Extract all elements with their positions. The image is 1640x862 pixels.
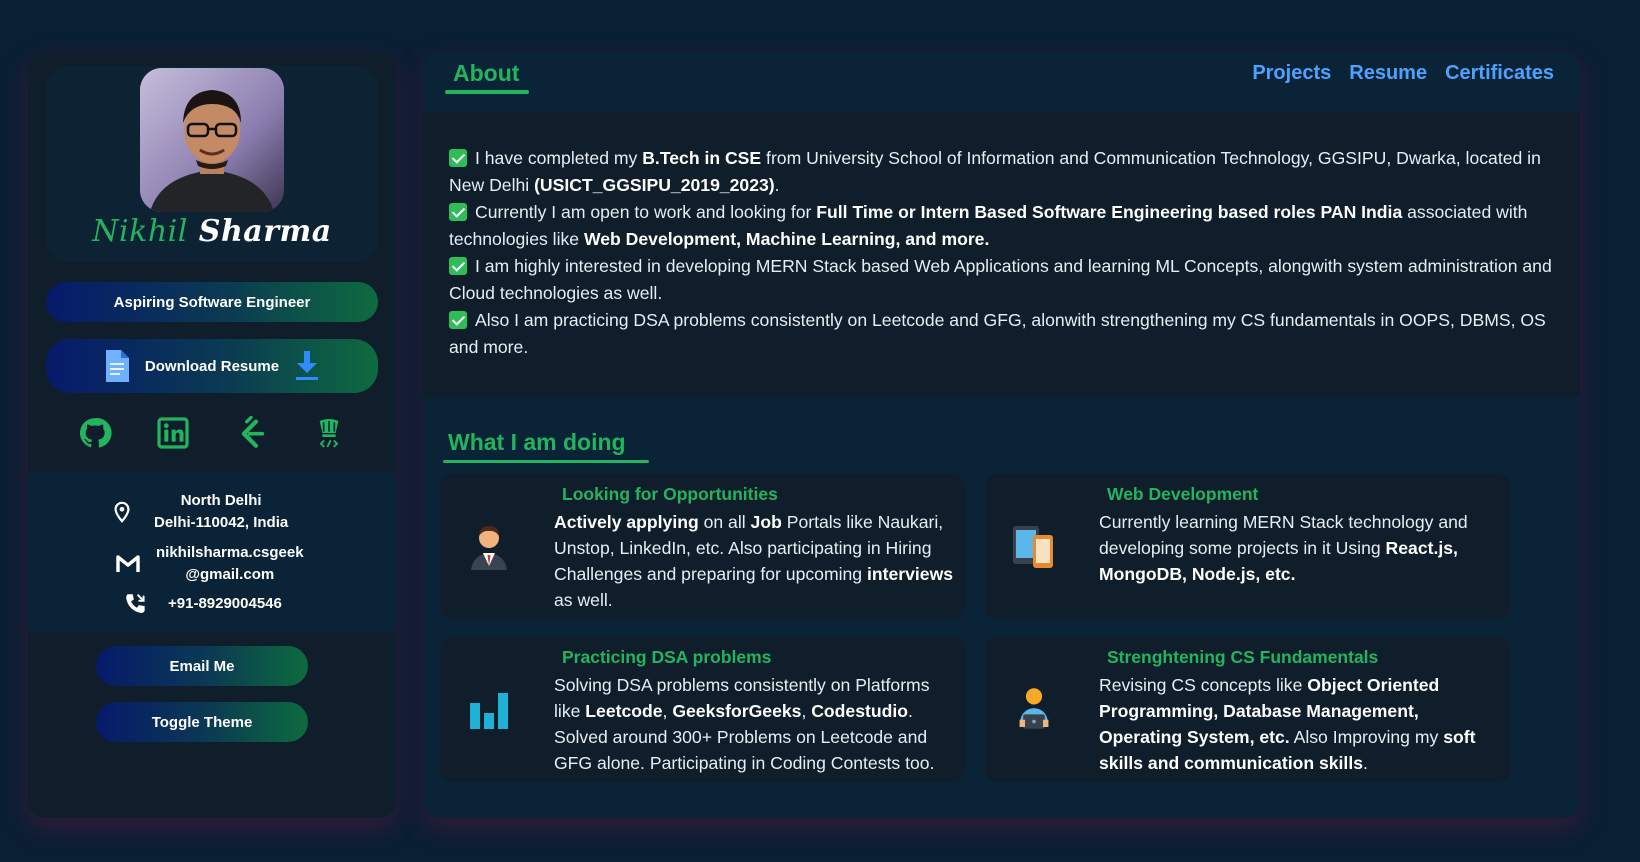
service-card-cs-fundamentals: Strenghtening CS Fundamentals Revising C…: [985, 637, 1510, 782]
codestudio-icon[interactable]: [311, 415, 347, 451]
card-body: Currently learning MERN Stack technology…: [1099, 509, 1499, 587]
sidebar: Nikhil Sharma Aspiring Software Engineer…: [28, 52, 396, 818]
text: Also I am practicing DSA problems consis…: [449, 310, 1546, 357]
bold-text: Web Development, Machine Learning, and m…: [583, 229, 990, 249]
document-icon: [103, 349, 131, 383]
email-line2: @gmail.com: [185, 566, 275, 583]
card-title: Looking for Opportunities: [562, 484, 778, 504]
download-resume-label: Download Resume: [144, 357, 280, 375]
nav-link-resume[interactable]: Resume: [1349, 62, 1427, 85]
first-name: Nikhil: [92, 214, 188, 249]
about-section: I have completed my B.Tech in CSE from U…: [449, 145, 1554, 361]
card-title: Web Development: [1107, 484, 1259, 504]
about-paragraph: I have completed my B.Tech in CSE from U…: [449, 145, 1554, 199]
bold-text: Actively applying: [554, 512, 699, 532]
gmail-icon: [114, 550, 142, 578]
nav-link-certificates[interactable]: Certificates: [1445, 62, 1554, 85]
tab-about[interactable]: About: [453, 60, 519, 87]
email-text[interactable]: nikhilsharma.csgeek @gmail.com: [156, 542, 304, 586]
leetcode-icon[interactable]: [233, 415, 269, 451]
contact-info: North Delhi Delhi-110042, India nikhilsh…: [28, 472, 396, 632]
text: .: [1363, 753, 1368, 773]
main-content: About Projects Resume Certificates I hav…: [423, 52, 1580, 818]
person-laptop-icon: [1009, 681, 1059, 737]
email-row: nikhilsharma.csgeek @gmail.com: [114, 542, 304, 586]
bar-chart-icon: [464, 681, 514, 737]
checkmark-icon: [449, 203, 467, 221]
text: .: [774, 175, 780, 195]
social-links: [46, 408, 378, 458]
service-card-dsa: Practicing DSA problems Solving DSA prob…: [440, 637, 965, 782]
location-line1: North Delhi: [180, 492, 262, 509]
toggle-theme-button[interactable]: Toggle Theme: [96, 702, 308, 742]
github-icon[interactable]: [77, 415, 113, 451]
bold-text: Leetcode: [585, 701, 663, 721]
top-navbar: About Projects Resume Certificates: [423, 52, 1580, 112]
bold-text: GeeksforGeeks: [672, 701, 802, 721]
card-body: Actively applying on all Job Portals lik…: [554, 509, 954, 613]
linkedin-icon[interactable]: [155, 415, 191, 451]
about-paragraph: Currently I am open to work and looking …: [449, 199, 1554, 253]
last-name: Sharma: [198, 214, 332, 249]
card-body: Revising CS concepts like Object Oriente…: [1099, 672, 1499, 776]
email-line1: nikhilsharma.csgeek: [156, 544, 304, 561]
what-i-am-doing-section: What I am doing Looking for Opportunitie…: [423, 397, 1580, 818]
avatar: [140, 68, 284, 212]
card-title: Strenghtening CS Fundamentals: [1107, 647, 1379, 667]
section-title-underline: [443, 460, 649, 463]
text: Revising CS concepts like: [1099, 675, 1308, 695]
nav-links: Projects Resume Certificates: [1252, 62, 1554, 85]
text: ,: [801, 701, 812, 721]
phone-row: +91-8929004546: [122, 590, 282, 618]
bold-text: B.Tech in CSE: [642, 148, 762, 168]
checkmark-icon: [449, 257, 467, 275]
about-paragraph: I am highly interested in developing MER…: [449, 253, 1554, 307]
text: I am highly interested in developing MER…: [449, 256, 1552, 303]
nav-link-projects[interactable]: Projects: [1252, 62, 1331, 85]
phone-icon: [122, 590, 150, 618]
about-paragraph: Also I am practicing DSA problems consis…: [449, 307, 1554, 361]
text: I have completed my: [475, 148, 643, 168]
service-card-opportunities: Looking for Opportunities Actively apply…: [440, 474, 965, 619]
profile-name: Nikhil Sharma: [46, 214, 378, 249]
bold-text: Codestudio: [811, 701, 908, 721]
text: as well.: [554, 590, 613, 610]
location-pin-icon: [108, 498, 136, 526]
email-me-button[interactable]: Email Me: [96, 646, 308, 686]
text: ,: [662, 701, 673, 721]
tagline-badge: Aspiring Software Engineer: [46, 282, 378, 322]
active-tab-underline: [445, 90, 529, 94]
location-row: North Delhi Delhi-110042, India: [108, 490, 288, 534]
bold-text: Job: [750, 512, 782, 532]
location-text: North Delhi Delhi-110042, India: [154, 490, 288, 534]
text: Currently I am open to work and looking …: [475, 202, 817, 222]
service-card-web-development: Web Development Currently learning MERN …: [985, 474, 1510, 619]
bold-text: Full Time or Intern Based Software Engin…: [816, 202, 1403, 222]
text: Also Improving my: [1289, 727, 1444, 747]
phone-text[interactable]: +91-8929004546: [168, 593, 282, 615]
section-title: What I am doing: [448, 429, 626, 455]
card-title: Practicing DSA problems: [562, 647, 772, 667]
card-body: Solving DSA problems consistently on Pla…: [554, 672, 954, 776]
businessman-icon: [464, 518, 514, 574]
location-line2: Delhi-110042, India: [154, 514, 289, 531]
text: on all: [698, 512, 751, 532]
checkmark-icon: [449, 149, 467, 167]
profile-card: Nikhil Sharma: [46, 66, 378, 262]
download-icon: [293, 349, 321, 383]
download-resume-button[interactable]: Download Resume: [46, 339, 378, 393]
bold-text: (USICT_GGSIPU_2019_2023): [534, 175, 775, 195]
devices-icon: [1009, 518, 1059, 574]
bold-text: interviews: [866, 564, 954, 584]
checkmark-icon: [449, 311, 467, 329]
